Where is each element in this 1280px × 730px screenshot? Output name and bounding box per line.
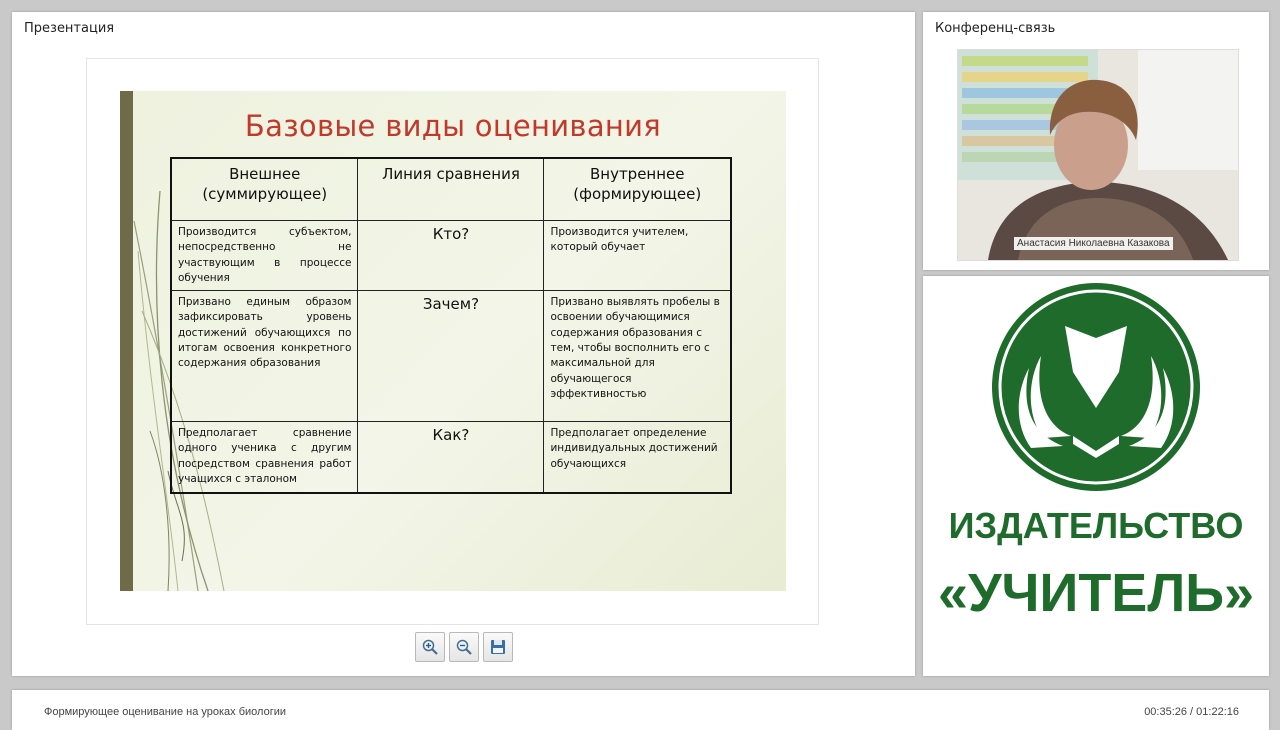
slide: Базовые виды оценивания Внешнее (суммиру… xyxy=(120,91,786,591)
table-header-comparison: Линия сравнения xyxy=(357,157,545,221)
save-button[interactable] xyxy=(483,632,513,662)
speaker-video: Анастасия Николаевна Казакова xyxy=(957,49,1239,261)
floppy-disk-icon xyxy=(491,640,505,654)
speaker-name-label: Анастасия Николаевна Казакова xyxy=(1014,237,1173,250)
zoom-out-button[interactable] xyxy=(449,632,479,662)
conference-panel-title: Конференц-связь xyxy=(935,21,1056,36)
table-cell: Зачем? xyxy=(357,290,545,423)
zoom-out-icon xyxy=(456,639,472,655)
slide-title: Базовые виды оценивания xyxy=(244,109,662,143)
table-row: Производится субъектом, непосредственно … xyxy=(170,219,732,292)
table-header-internal: Внутреннее (формирующее) xyxy=(543,157,732,221)
assessment-table: Внешнее (суммирующее) Линия сравнения Вн… xyxy=(170,157,732,495)
zoom-in-button[interactable] xyxy=(415,632,445,662)
table-row: Призвано единым образом зафиксировать ур… xyxy=(170,290,732,423)
lecture-title: Формирующее оценивание на уроках биологи… xyxy=(44,706,286,718)
presentation-panel: Презентация Базовые виды оценивания Внеш… xyxy=(12,12,915,676)
slide-toolbar xyxy=(415,632,513,662)
table-cell: Производится субъектом, непосредственно … xyxy=(170,219,359,292)
speaker-video-frame xyxy=(958,50,1238,260)
slide-frame: Базовые виды оценивания Внешнее (суммиру… xyxy=(86,58,819,625)
table-cell: Призвано единым образом зафиксировать ур… xyxy=(170,290,359,423)
presentation-panel-title: Презентация xyxy=(24,21,115,36)
playback-time: 00:35:26 / 01:22:16 xyxy=(1144,706,1239,718)
zoom-in-icon xyxy=(422,639,438,655)
table-cell: Предполагает определение индивидуальных … xyxy=(543,421,732,494)
table-cell: Призвано выявлять пробелы в освоении обу… xyxy=(543,290,732,423)
publisher-logo: ИЗДАТЕЛЬСТВО «УЧИТЕЛЬ» xyxy=(938,283,1254,623)
table-cell: Кто? xyxy=(357,219,545,292)
player-footer: Формирующее оценивание на уроках биологи… xyxy=(12,690,1269,730)
table-cell: Предполагает сравнение одного ученика с … xyxy=(170,421,359,494)
publisher-logo-panel: ИЗДАТЕЛЬСТВО «УЧИТЕЛЬ» xyxy=(923,276,1269,676)
logo-line-2: «УЧИТЕЛЬ» xyxy=(938,563,1254,623)
conference-panel: Конференц-связь Анастасия Николаевна Каз… xyxy=(923,12,1269,270)
table-cell: Производится учителем, который обучает xyxy=(543,219,732,292)
table-header-row: Внешнее (суммирующее) Линия сравнения Вн… xyxy=(170,157,732,221)
table-cell: Как? xyxy=(357,421,545,494)
table-row: Предполагает сравнение одного ученика с … xyxy=(170,421,732,494)
table-header-external: Внешнее (суммирующее) xyxy=(170,157,359,221)
logo-line-1: ИЗДАТЕЛЬСТВО xyxy=(949,505,1244,546)
